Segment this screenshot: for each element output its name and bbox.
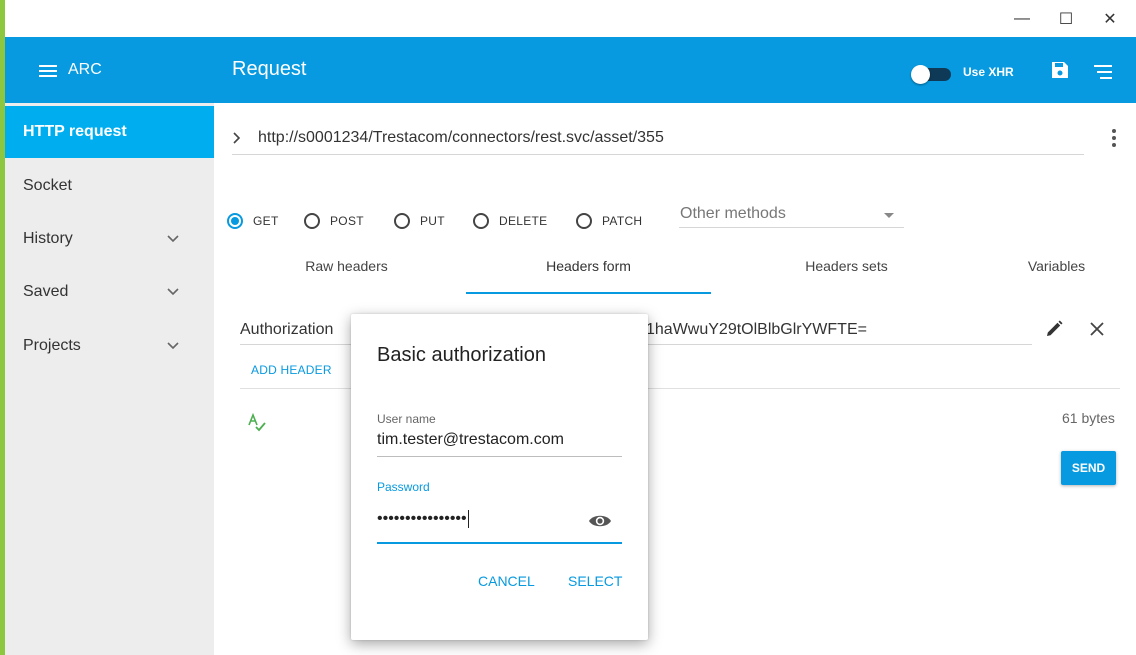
sort-icon[interactable]: [1094, 65, 1112, 79]
chevron-down-icon: [167, 235, 179, 243]
header-value-input[interactable]: 1haWwuY29tOlBlbGlrYWFTE=: [644, 321, 1032, 345]
radio-unchecked-icon[interactable]: [576, 213, 592, 229]
tab-selection-indicator: [466, 292, 711, 294]
use-xhr-label: Use XHR: [963, 65, 1014, 79]
add-header-button[interactable]: ADD HEADER: [251, 363, 332, 377]
app-name[interactable]: ARC: [68, 61, 102, 79]
method-label: DELETE: [499, 214, 548, 228]
radio-unchecked-icon[interactable]: [304, 213, 320, 229]
sidebar-item-history[interactable]: History: [5, 213, 214, 265]
radio-checked-icon[interactable]: [227, 213, 243, 229]
window-titlebar: — ☐ ✕: [5, 0, 1136, 37]
sidebar-item-http-request[interactable]: HTTP request: [5, 106, 214, 158]
tab-raw-headers[interactable]: Raw headers: [254, 258, 439, 296]
method-label: PATCH: [602, 214, 643, 228]
chevron-down-icon: [167, 342, 179, 350]
tab-headers-form[interactable]: Headers form: [466, 258, 711, 296]
radio-unchecked-icon[interactable]: [473, 213, 489, 229]
sidebar-item-socket[interactable]: Socket: [5, 160, 214, 212]
close-window-button[interactable]: ✕: [1098, 9, 1122, 29]
password-input[interactable]: ••••••••••••••••: [377, 508, 622, 544]
tab-headers-sets[interactable]: Headers sets: [734, 258, 959, 296]
other-methods-dropdown[interactable]: Other methods: [679, 203, 904, 228]
radio-unchecked-icon[interactable]: [394, 213, 410, 229]
method-label: PUT: [420, 214, 445, 228]
tab-variables[interactable]: Variables: [959, 258, 1136, 296]
method-label: GET: [253, 214, 279, 228]
password-value: ••••••••••••••••: [377, 510, 467, 528]
save-icon[interactable]: [1051, 61, 1069, 79]
visibility-eye-icon[interactable]: [588, 512, 612, 530]
send-button[interactable]: SEND: [1061, 451, 1116, 485]
url-value: http://s0001234/Trestacom/connectors/res…: [258, 129, 664, 146]
page-title: Request: [232, 58, 307, 80]
dialog-title: Basic authorization: [377, 344, 546, 366]
more-vert-icon[interactable]: [1111, 129, 1117, 149]
edit-pencil-icon[interactable]: [1044, 319, 1064, 339]
spellcheck-icon[interactable]: [247, 413, 267, 433]
sidebar-item-saved[interactable]: Saved: [5, 266, 214, 318]
sidebar-item-label: Socket: [23, 177, 72, 194]
method-get[interactable]: GET: [227, 211, 279, 231]
username-label: User name: [377, 412, 436, 426]
method-delete[interactable]: DELETE: [473, 211, 547, 231]
header-name-input[interactable]: Authorization: [240, 321, 354, 345]
basic-auth-dialog: Basic authorization User name tim.tester…: [351, 314, 648, 640]
maximize-button[interactable]: ☐: [1054, 9, 1078, 29]
minimize-button[interactable]: —: [1010, 9, 1034, 29]
method-post[interactable]: POST: [304, 211, 364, 231]
sidebar: HTTP request Socket History Saved Projec…: [5, 103, 214, 655]
app-header: ARC Request Use XHR: [5, 37, 1136, 103]
sidebar-item-label: History: [23, 230, 73, 247]
sidebar-item-label: Projects: [23, 337, 81, 354]
menu-icon[interactable]: [39, 65, 57, 77]
method-label: POST: [330, 214, 364, 228]
method-put[interactable]: PUT: [394, 211, 445, 231]
sidebar-item-projects[interactable]: Projects: [5, 320, 214, 372]
cancel-button[interactable]: CANCEL: [478, 573, 535, 589]
other-methods-label: Other methods: [680, 205, 786, 222]
sidebar-item-label: HTTP request: [23, 123, 127, 140]
use-xhr-toggle[interactable]: [911, 65, 953, 84]
password-label: Password: [377, 480, 430, 494]
close-icon[interactable]: [1089, 321, 1105, 337]
chevron-right-icon[interactable]: [232, 131, 242, 145]
method-patch[interactable]: PATCH: [576, 211, 642, 231]
chevron-down-icon: [167, 288, 179, 296]
dropdown-arrow-icon: [884, 213, 894, 218]
username-input[interactable]: tim.tester@trestacom.com: [377, 431, 622, 457]
text-caret: [467, 510, 469, 528]
payload-size: 61 bytes: [1062, 410, 1115, 426]
sidebar-item-label: Saved: [23, 283, 69, 300]
url-input[interactable]: http://s0001234/Trestacom/connectors/res…: [232, 125, 1084, 155]
select-button[interactable]: SELECT: [568, 573, 622, 589]
